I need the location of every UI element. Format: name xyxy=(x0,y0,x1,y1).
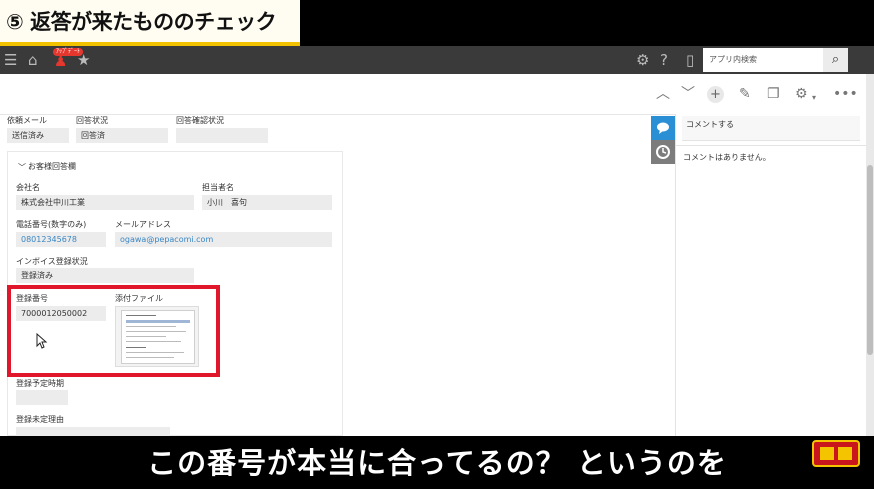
settings-gear-icon[interactable]: ⚙ xyxy=(795,84,808,104)
no-comments-text: コメントはありません。 xyxy=(683,153,771,162)
invoice-status-label: インボイス登録状況 xyxy=(16,257,88,266)
gear-icon[interactable]: ⚙ xyxy=(636,50,649,70)
more-options-icon[interactable]: ••• xyxy=(833,84,858,104)
contact-value: 小川 喜句 xyxy=(202,195,332,210)
comment-divider xyxy=(676,145,866,146)
mouse-cursor-icon xyxy=(36,333,48,349)
reply-confirm-value xyxy=(176,128,268,143)
unreg-reason-value xyxy=(16,427,170,436)
video-title-banner: ⑤ 返答が来たもののチェック xyxy=(0,0,874,46)
home-icon[interactable]: ⌂ xyxy=(28,50,38,70)
history-tab[interactable] xyxy=(651,140,675,164)
group-toggle-icon[interactable]: ﹀ xyxy=(18,162,26,173)
next-record-icon[interactable]: ﹀ xyxy=(681,84,695,104)
highlight-box xyxy=(7,285,220,377)
reply-confirm-label: 回答確認状況 xyxy=(176,116,224,125)
scrollbar-thumb[interactable] xyxy=(867,165,873,355)
add-record-icon[interactable]: + xyxy=(707,86,724,103)
speech-bubble-icon xyxy=(657,122,669,134)
app-search-input[interactable]: アプリ内検索 xyxy=(703,48,823,72)
email-value[interactable]: ogawa@pepacomi.com xyxy=(115,232,332,247)
request-mail-label: 依頼メール xyxy=(7,116,47,125)
phone-label: 電話番号(数字のみ) xyxy=(16,220,87,229)
reg-planned-value xyxy=(16,390,68,405)
phone-value[interactable]: 08012345678 xyxy=(16,232,106,247)
comment-input[interactable]: コメントする xyxy=(682,116,860,141)
star-icon[interactable]: ★ xyxy=(77,50,90,70)
copy-icon[interactable]: ❐ xyxy=(767,84,780,104)
request-mail-value: 送信済み xyxy=(7,128,69,143)
history-icon xyxy=(656,145,670,159)
search-icon[interactable]: ⌕ xyxy=(823,48,848,72)
hamburger-icon[interactable]: ☰ xyxy=(4,50,17,70)
channel-logo-icon xyxy=(812,440,860,467)
contact-label: 担当者名 xyxy=(202,183,234,192)
company-value: 株式会社中川工業 xyxy=(16,195,194,210)
email-label: メールアドレス xyxy=(115,220,171,229)
video-title: ⑤ 返答が来たもののチェック xyxy=(6,10,277,34)
reply-status-value: 回答済 xyxy=(76,128,168,143)
mobile-icon[interactable]: ▯ xyxy=(686,50,694,70)
invoice-status-value: 登録済み xyxy=(16,268,194,283)
help-icon[interactable]: ? xyxy=(660,50,668,70)
prev-record-icon[interactable]: ︿ xyxy=(656,84,670,104)
title-card: ⑤ 返答が来たもののチェック xyxy=(0,0,300,46)
chevron-down-icon[interactable]: ▾ xyxy=(812,88,816,108)
comment-tab[interactable] xyxy=(651,116,675,140)
reply-status-label: 回答状況 xyxy=(76,116,108,125)
group-title[interactable]: お客様回答欄 xyxy=(28,161,76,172)
edit-icon[interactable]: ✎ xyxy=(739,84,751,104)
unreg-reason-label: 登録未定理由 xyxy=(16,415,64,424)
company-label: 会社名 xyxy=(16,183,40,192)
video-subtitle: この番号が本当に合ってるの？ というのを xyxy=(147,446,727,480)
reg-planned-label: 登録予定時期 xyxy=(16,379,64,388)
